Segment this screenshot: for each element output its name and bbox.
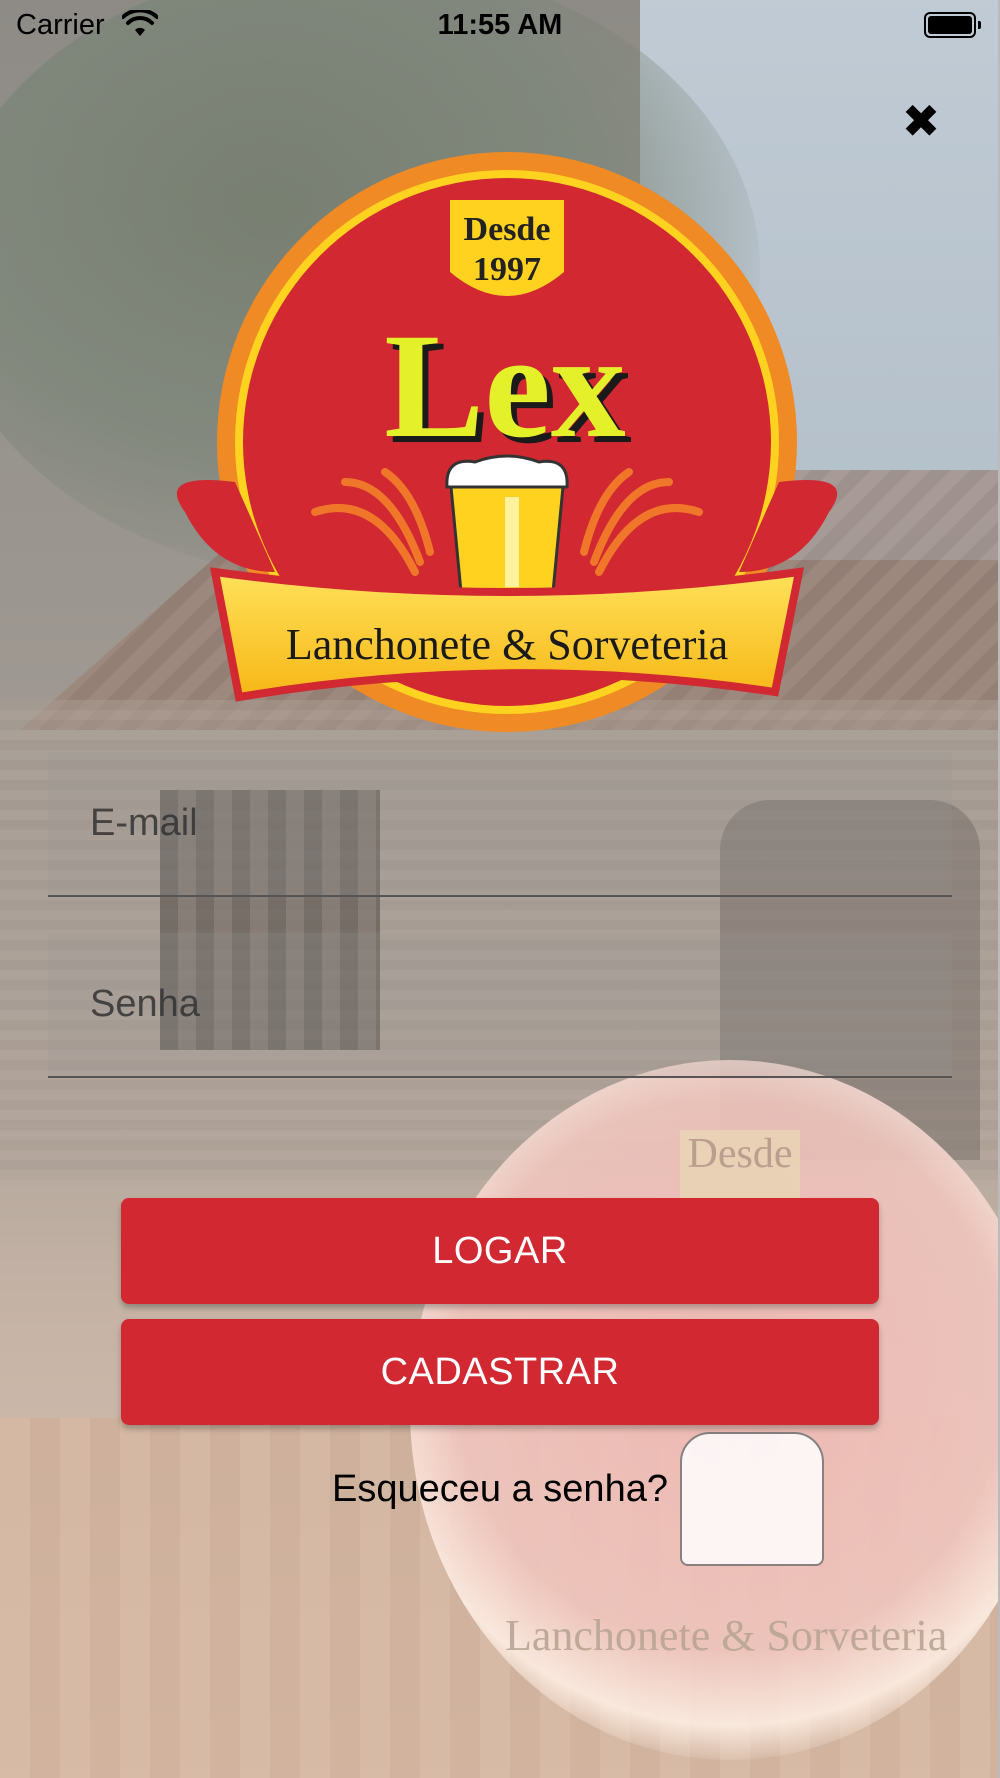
clock: 11:55 AM (437, 9, 563, 41)
close-icon[interactable]: ✖ (900, 98, 942, 144)
logo-beer-highlight (505, 497, 519, 587)
register-button[interactable]: CADASTRAR (121, 1319, 879, 1425)
logo-tagline: Lanchonete & Sorveteria (286, 620, 728, 669)
login-button[interactable]: LOGAR (121, 1198, 879, 1304)
password-field-container (48, 933, 952, 1078)
email-field[interactable] (88, 792, 912, 854)
logo-brand: Lex (384, 303, 626, 469)
password-field[interactable] (88, 973, 912, 1035)
lex-logo: Desde 1997 Lex Lex Lanchonete & Sorveter… (176, 152, 838, 732)
logo-beer-foam (445, 454, 569, 489)
logo-badge-line2: 1997 (473, 251, 541, 288)
forgot-password-link[interactable]: Esqueceu a senha? (0, 1468, 1000, 1511)
logo-badge-line1: Desde (464, 211, 551, 248)
email-field-container (48, 752, 952, 897)
background-logo-tagline: Lanchonete & Sorveteria (505, 1611, 948, 1660)
status-bar: Carrier 11:55 AM (0, 0, 1000, 50)
battery-icon (924, 12, 981, 38)
